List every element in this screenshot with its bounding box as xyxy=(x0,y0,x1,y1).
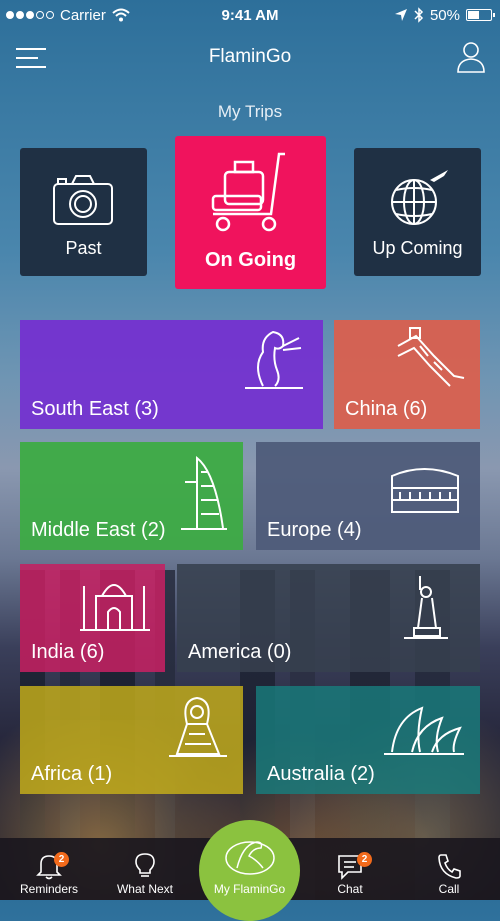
reminders-badge: 2 xyxy=(54,852,69,867)
status-bar: Carrier 9:41 AM 50% xyxy=(0,0,500,30)
europe-label: Europe (4) xyxy=(267,519,362,541)
bluetooth-icon xyxy=(414,7,424,23)
ongoing-trips-button[interactable]: On Going xyxy=(175,136,326,289)
flamingo-logo-icon xyxy=(225,841,275,875)
location-arrow-icon xyxy=(394,9,407,21)
tab-what-next[interactable]: What Next xyxy=(100,852,190,896)
china-label: China (6) xyxy=(345,398,428,420)
region-america[interactable]: America (0) xyxy=(177,564,480,672)
middle-east-label: Middle East (2) xyxy=(31,519,166,541)
tab-chat[interactable]: 2 Chat xyxy=(305,852,395,896)
tab-what-next-label: What Next xyxy=(116,882,173,896)
tab-reminders-label: Reminders xyxy=(19,882,79,896)
region-europe[interactable]: Europe (4) xyxy=(256,442,480,550)
region-india[interactable]: India (6) xyxy=(20,564,165,672)
burj-al-arab-icon xyxy=(181,455,227,530)
india-label: India (6) xyxy=(31,641,105,663)
statue-of-liberty-icon xyxy=(404,576,448,639)
region-middle-east[interactable]: Middle East (2) xyxy=(20,442,243,550)
section-title: My Trips xyxy=(217,102,283,121)
chat-badge: 2 xyxy=(357,852,372,867)
camera-icon xyxy=(53,175,113,225)
merlion-icon xyxy=(245,330,303,389)
upcoming-trips-button[interactable]: Up Coming xyxy=(354,148,481,276)
battery-percent: 50% xyxy=(429,6,460,24)
tab-call[interactable]: Call xyxy=(404,852,494,896)
africa-label: Africa (1) xyxy=(31,763,113,785)
opera-house-icon xyxy=(384,706,464,755)
region-china[interactable]: China (6) xyxy=(334,320,480,429)
south-east-label: South East (3) xyxy=(31,398,159,420)
region-south-east[interactable]: South East (3) xyxy=(20,320,323,429)
australia-label: Australia (2) xyxy=(267,763,375,785)
phone-icon xyxy=(438,854,461,879)
nav-bar: FlaminGo xyxy=(0,30,500,86)
colosseum-icon xyxy=(391,468,459,513)
app-title: FlaminGo xyxy=(208,46,292,67)
lightbulb-icon xyxy=(135,853,155,877)
luggage-cart-icon xyxy=(211,152,285,232)
america-label: America (0) xyxy=(188,641,292,663)
tab-chat-label: Chat xyxy=(337,882,363,896)
battery-icon xyxy=(466,9,495,21)
tab-my-flamingo-label: My FlaminGo xyxy=(213,882,286,896)
ongoing-label: On Going xyxy=(204,249,297,271)
taj-mahal-icon xyxy=(80,584,150,631)
region-australia[interactable]: Australia (2) xyxy=(256,686,480,794)
tab-reminders[interactable]: 2 Reminders xyxy=(4,852,94,896)
globe-plane-icon xyxy=(391,170,448,225)
status-right: 50% xyxy=(394,6,495,24)
past-label: Past xyxy=(65,238,102,258)
tab-my-flamingo[interactable]: My FlaminGo xyxy=(199,820,300,921)
sphinx-icon xyxy=(169,696,227,757)
great-wall-icon xyxy=(397,327,465,387)
past-trips-button[interactable]: Past xyxy=(20,148,147,276)
tab-call-label: Call xyxy=(438,882,460,896)
profile-icon[interactable] xyxy=(456,40,486,74)
region-africa[interactable]: Africa (1) xyxy=(20,686,243,794)
upcoming-label: Up Coming xyxy=(372,238,463,258)
